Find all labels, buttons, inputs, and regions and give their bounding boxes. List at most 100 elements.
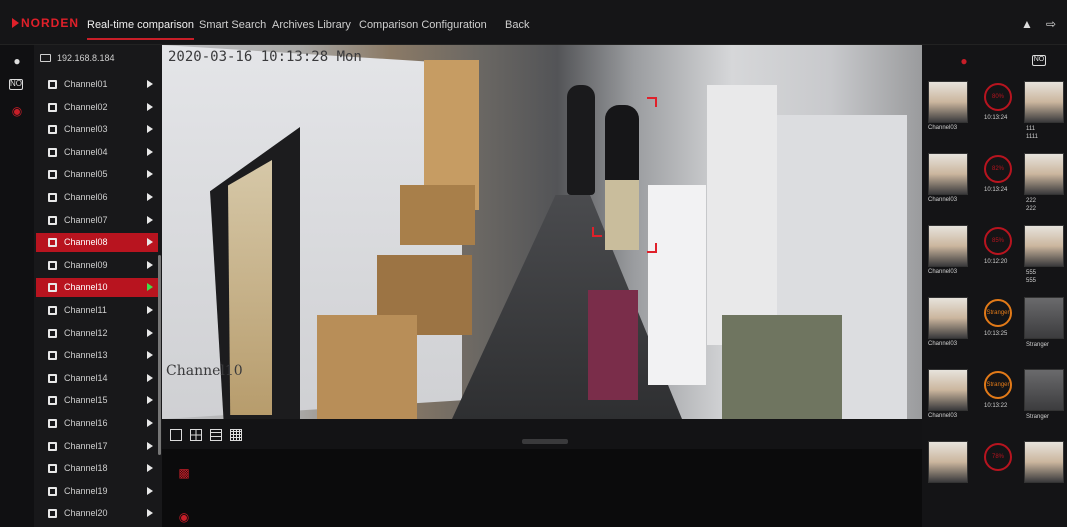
play-icon[interactable] — [147, 102, 153, 111]
channel-item[interactable]: Channel07 — [36, 211, 158, 230]
card-time: 10:13:24 — [984, 115, 1008, 121]
camera-icon — [48, 170, 57, 180]
comparison-card[interactable]: Stranger Channel03 10:13:25 Stranger — [926, 295, 1065, 361]
card-channel: Channel03 — [928, 197, 958, 203]
comparison-card[interactable]: Stranger Channel03 10:13:22 Stranger — [926, 367, 1065, 433]
play-icon[interactable] — [147, 306, 153, 314]
play-icon[interactable] — [147, 147, 153, 156]
camera-icon — [48, 396, 57, 406]
channel-item[interactable]: Channel08 — [36, 233, 158, 253]
similarity-badge: 82% — [984, 155, 1012, 183]
layout-4x4-button[interactable] — [230, 429, 242, 441]
play-icon[interactable] — [147, 125, 153, 134]
layout-2x2-button[interactable] — [190, 429, 202, 441]
channel-item[interactable]: Channel05 — [36, 165, 158, 184]
comparison-card[interactable]: 85% Channel03 10:12:20 555 555 — [926, 223, 1065, 289]
channel-item[interactable]: Channel15 — [36, 391, 158, 410]
channel-name: Channel15 — [64, 395, 108, 406]
play-icon[interactable] — [147, 486, 153, 495]
car-icon[interactable]: ▩ — [176, 465, 192, 481]
channel-item[interactable]: Channel11 — [36, 301, 158, 320]
card-channel: Channel03 — [928, 125, 958, 131]
panel-resize-handle[interactable] — [522, 439, 568, 444]
live-video-view[interactable]: 2020-03-16 10:13:28 Mon Channel10 — [162, 45, 922, 419]
play-icon[interactable] — [147, 328, 153, 337]
card-time: 10:13:22 — [984, 403, 1008, 409]
comparison-results-panel: ● NO 80% Channel03 10:13:24 111 1111 82% Chan… — [922, 45, 1067, 527]
comparison-card[interactable]: 80% Channel03 10:13:24 111 1111 — [926, 79, 1065, 145]
channel-item[interactable]: Channel04 — [36, 143, 158, 162]
channel-item[interactable]: Channel14 — [36, 369, 158, 388]
card-time: 10:12:20 — [984, 259, 1008, 265]
channel-item[interactable]: Channel10 — [36, 278, 158, 298]
camera-icon — [48, 238, 57, 248]
layout-1x1-button[interactable] — [170, 429, 182, 441]
channel-name: Channel05 — [64, 169, 108, 180]
channel-item[interactable]: Channel02 — [36, 98, 158, 117]
channel-item[interactable]: Channel17 — [36, 437, 158, 456]
channel-item[interactable]: Channel01 — [36, 75, 158, 94]
camera-icon — [48, 193, 57, 202]
play-icon[interactable] — [147, 396, 153, 405]
play-icon[interactable] — [147, 509, 153, 518]
face-capture-icon[interactable]: ◉ — [9, 103, 25, 119]
play-icon[interactable] — [147, 260, 153, 269]
card-channel: Channel03 — [928, 341, 958, 347]
channel-name: Channel01 — [64, 79, 108, 89]
channel-item[interactable]: Channel12 — [36, 324, 158, 343]
channel-name: Channel10 — [64, 282, 108, 293]
play-icon[interactable] — [147, 193, 153, 201]
play-icon[interactable] — [147, 238, 153, 247]
channel-item[interactable]: Channel06 — [36, 188, 158, 207]
channel-item[interactable]: Channel18 — [36, 459, 158, 478]
channel-list: 192.168.8.184 Channel01 Channel02 Channel0… — [34, 45, 162, 527]
camera-icon — [48, 486, 57, 496]
camera-icon — [48, 215, 57, 225]
bell-icon[interactable]: ▲ — [1020, 17, 1034, 31]
play-icon[interactable] — [147, 170, 153, 179]
play-icon[interactable] — [147, 351, 153, 360]
play-icon[interactable] — [147, 464, 153, 473]
card-result: Stranger — [1026, 342, 1050, 348]
channel-name: Channel17 — [64, 440, 108, 451]
left-rail: ● NO ◉ — [0, 45, 34, 527]
channel-item[interactable]: Channel16 — [36, 414, 158, 433]
channel-name: Channel02 — [64, 101, 108, 112]
play-icon[interactable] — [147, 441, 153, 450]
device-row[interactable]: 192.168.8.184 — [40, 53, 115, 63]
play-icon[interactable] — [147, 419, 153, 427]
play-icon[interactable] — [147, 215, 153, 224]
channel-item[interactable]: Channel20 — [36, 504, 158, 523]
comparison-card[interactable]: 82% Channel03 10:13:24 222 222 — [926, 151, 1065, 217]
play-icon[interactable] — [147, 80, 153, 88]
channel-name: Channel18 — [64, 463, 108, 474]
camera-icon — [48, 351, 57, 361]
tab-archives-library[interactable]: Archives Library — [272, 19, 351, 31]
channel-list-scrollbar[interactable] — [158, 255, 161, 455]
play-icon[interactable] — [147, 373, 153, 382]
tab-comparison-configuration[interactable]: Comparison Configuration — [359, 19, 487, 31]
play-icon[interactable] — [147, 283, 153, 292]
nvr-icon[interactable]: NO — [1032, 55, 1046, 66]
comparison-card[interactable]: 78% — [926, 439, 1065, 505]
camera-icon — [48, 147, 57, 157]
channel-item[interactable]: Channel09 — [36, 256, 158, 275]
tab-real-time-comparison[interactable]: Real-time comparison — [87, 19, 194, 40]
card-channel: Channel03 — [928, 269, 958, 275]
logout-icon[interactable]: ⇨ — [1044, 17, 1058, 31]
tab-smart-search[interactable]: Smart Search — [199, 19, 266, 31]
face-match-icon[interactable]: ● — [956, 53, 972, 69]
card-time: 10:13:24 — [984, 187, 1008, 193]
nvr-icon[interactable]: NO — [9, 79, 23, 90]
layout-3x3-button[interactable] — [210, 429, 222, 441]
channel-name: Channel14 — [64, 372, 108, 383]
back-button[interactable]: Back — [505, 19, 529, 31]
channel-item[interactable]: Channel13 — [36, 346, 158, 365]
face-capture-icon[interactable]: ◉ — [176, 509, 192, 525]
channel-item[interactable]: Channel19 — [36, 482, 158, 501]
channel-item[interactable]: Channel03 — [36, 120, 158, 139]
user-icon[interactable]: ● — [9, 53, 25, 69]
channel-name: Channel12 — [64, 327, 108, 338]
channel-name: Channel13 — [64, 350, 108, 361]
top-bar: NORDEN Real-time comparison Smart Search… — [0, 0, 1067, 45]
